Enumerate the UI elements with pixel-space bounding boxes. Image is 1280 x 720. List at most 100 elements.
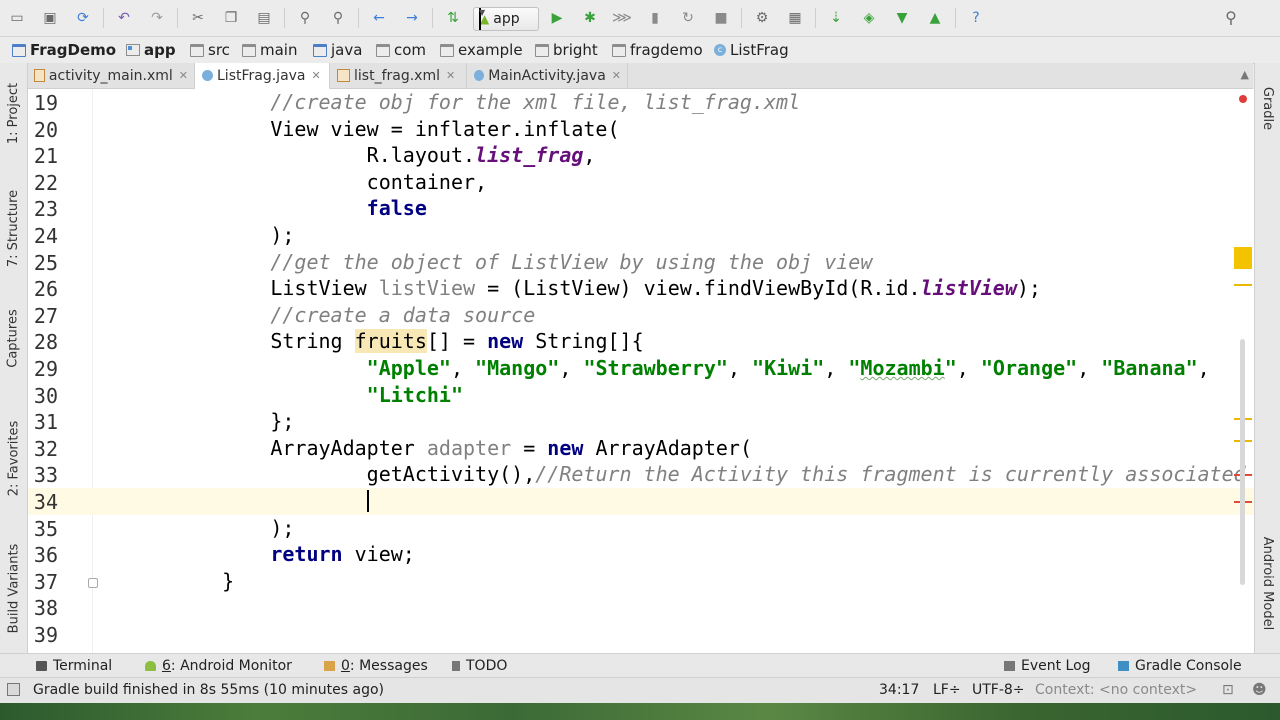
code-line[interactable]: 31 }; bbox=[28, 408, 1254, 435]
code-line[interactable]: 25 //get the object of ListView by using… bbox=[28, 249, 1254, 276]
toolbar-separator bbox=[741, 8, 742, 28]
breadcrumb-item-java[interactable]: java bbox=[313, 40, 362, 60]
vertical-scrollbar[interactable] bbox=[1240, 339, 1245, 585]
code-line[interactable]: 28 String fruits[] = new String[]{ bbox=[28, 328, 1254, 355]
breadcrumb-item-src[interactable]: src bbox=[190, 40, 230, 60]
code-line[interactable]: 39 bbox=[28, 621, 1254, 648]
tool-build-variants[interactable]: Build Variants bbox=[0, 533, 27, 643]
context-selector[interactable]: Context: <no context> bbox=[1035, 682, 1197, 698]
status-message[interactable]: Gradle build finished in 8s 55ms (10 min… bbox=[33, 682, 384, 698]
breadcrumb-item-project[interactable]: FragDemo bbox=[12, 40, 116, 60]
lock-icon[interactable]: ⊡ bbox=[1222, 682, 1234, 698]
back-icon[interactable]: ← bbox=[370, 9, 388, 27]
code-line[interactable]: 37 } bbox=[28, 568, 1254, 595]
tool-structure[interactable]: 7: Structure bbox=[0, 173, 27, 283]
tool-windows-toggle-icon[interactable] bbox=[7, 683, 20, 696]
tab-list-expand-icon[interactable]: ▲ bbox=[1241, 68, 1249, 81]
tab-mainactivity-java[interactable]: MainActivity.java ✕ bbox=[467, 63, 628, 88]
run-configuration-dropdown[interactable]: ▲ app ▼ bbox=[473, 7, 539, 31]
code-line[interactable]: 20 View view = inflater.inflate( bbox=[28, 116, 1254, 143]
redo-icon[interactable]: ↷ bbox=[148, 9, 166, 27]
file-encoding[interactable]: UTF-8÷ bbox=[972, 682, 1025, 698]
code-line[interactable]: 26 ListView listView = (ListView) view.f… bbox=[28, 275, 1254, 302]
close-icon[interactable]: ✕ bbox=[612, 69, 621, 82]
android-icon[interactable]: ▲ bbox=[926, 9, 944, 27]
help-icon[interactable]: ? bbox=[967, 9, 985, 27]
tool-captures[interactable]: Captures bbox=[0, 298, 27, 378]
gradle-sync-icon[interactable]: ▼ bbox=[893, 9, 911, 27]
tool-todo[interactable]: TODO bbox=[452, 656, 507, 676]
code-line[interactable]: 32 ArrayAdapter adapter = new ArrayAdapt… bbox=[28, 435, 1254, 462]
breadcrumb-item-example[interactable]: example bbox=[440, 40, 523, 60]
avd-manager-icon[interactable]: ⇣ bbox=[827, 9, 845, 27]
breadcrumb-item-com[interactable]: com bbox=[376, 40, 426, 60]
error-indicator-icon[interactable] bbox=[1239, 95, 1247, 103]
find-icon[interactable]: ⚲ bbox=[296, 9, 314, 27]
sdk-manager-icon[interactable]: ▦ bbox=[786, 9, 804, 27]
device-monitor-icon[interactable]: ◈ bbox=[860, 9, 878, 27]
tool-favorites[interactable]: 2: Favorites bbox=[0, 403, 27, 513]
breadcrumb-item-main[interactable]: main bbox=[242, 40, 297, 60]
code-line[interactable]: 33 getActivity(),//Return the Activity t… bbox=[28, 461, 1254, 488]
breadcrumb-item-module[interactable]: app bbox=[126, 40, 176, 60]
editor-tab-bar: activity_main.xml ✕ ListFrag.java ✕ list_f… bbox=[27, 63, 1253, 90]
code-line[interactable]: 23 false bbox=[28, 195, 1254, 222]
close-icon[interactable]: ✕ bbox=[179, 69, 188, 82]
code-line[interactable]: 29 "Apple", "Mango", "Strawberry", "Kiwi… bbox=[28, 355, 1254, 382]
project-structure-icon[interactable]: ⚙ bbox=[753, 9, 771, 27]
tool-gradle-console[interactable]: Gradle Console bbox=[1118, 656, 1242, 676]
search-icon[interactable]: ⚲ bbox=[1222, 9, 1240, 27]
close-icon[interactable]: ✕ bbox=[312, 69, 321, 82]
code-line[interactable]: 22 container, bbox=[28, 169, 1254, 196]
debug-icon[interactable]: ✱ bbox=[581, 9, 599, 27]
tool-terminal[interactable]: Terminal bbox=[36, 656, 112, 676]
code-line[interactable]: 24 ); bbox=[28, 222, 1254, 249]
tab-activity-main-xml[interactable]: activity_main.xml ✕ bbox=[27, 63, 195, 88]
attach-icon[interactable]: ⋙ bbox=[612, 9, 632, 27]
tab-list-frag-xml[interactable]: list_frag.xml ✕ bbox=[330, 63, 467, 88]
code-line[interactable]: 38 bbox=[28, 594, 1254, 621]
line-number: 19 bbox=[33, 91, 58, 115]
tab-listfrag-java[interactable]: ListFrag.java ✕ bbox=[195, 63, 330, 90]
breadcrumb-item-bright[interactable]: bright bbox=[535, 40, 598, 60]
apply-changes-icon[interactable]: ↻ bbox=[679, 9, 697, 27]
make-icon[interactable]: ⇅ bbox=[444, 9, 462, 27]
tool-gradle[interactable]: Gradle bbox=[1255, 73, 1280, 143]
code-line[interactable]: 19 //create obj for the xml file, list_f… bbox=[28, 89, 1254, 116]
sync-icon[interactable]: ⟳ bbox=[74, 9, 92, 27]
run-icon[interactable]: ▶ bbox=[548, 9, 566, 27]
tool-project[interactable]: 1: Project bbox=[0, 68, 27, 158]
warning-marker[interactable] bbox=[1234, 284, 1252, 286]
code-line[interactable]: 21 R.layout.list_frag, bbox=[28, 142, 1254, 169]
breadcrumb-item-listfrag[interactable]: c ListFrag bbox=[714, 40, 789, 60]
warning-marker[interactable] bbox=[1234, 247, 1252, 269]
code-line[interactable]: 36 return view; bbox=[28, 541, 1254, 568]
cut-icon[interactable]: ✂ bbox=[189, 9, 207, 27]
tool-messages[interactable]: 0: Messages bbox=[324, 656, 428, 676]
hector-icon[interactable]: ☻ bbox=[1252, 682, 1267, 698]
folder-icon[interactable]: ▭ bbox=[8, 9, 26, 27]
profile-icon[interactable]: ▮ bbox=[646, 9, 664, 27]
code-editor[interactable]: 19 //create obj for the xml file, list_f… bbox=[28, 89, 1254, 653]
code-line[interactable]: 35 ); bbox=[28, 515, 1254, 542]
caret-position[interactable]: 34:17 bbox=[879, 682, 919, 698]
replace-icon[interactable]: ⚲ bbox=[329, 9, 347, 27]
stop-icon[interactable]: ■ bbox=[712, 9, 730, 27]
tool-android-monitor[interactable]: 6: Android Monitor bbox=[145, 656, 292, 676]
tool-android-model[interactable]: Android Model bbox=[1255, 528, 1280, 638]
save-icon[interactable]: ▣ bbox=[41, 9, 59, 27]
code-line[interactable]: 30 "Litchi" bbox=[28, 382, 1254, 409]
breadcrumb-item-fragdemo[interactable]: fragdemo bbox=[612, 40, 703, 60]
undo-icon[interactable]: ↶ bbox=[115, 9, 133, 27]
tool-event-log[interactable]: Event Log bbox=[1004, 656, 1091, 676]
line-separator[interactable]: LF÷ bbox=[933, 682, 961, 698]
close-icon[interactable]: ✕ bbox=[446, 69, 455, 82]
fold-marker-icon[interactable] bbox=[88, 578, 98, 588]
paste-icon[interactable]: ▤ bbox=[255, 9, 273, 27]
forward-icon[interactable]: → bbox=[403, 9, 421, 27]
code-token: String bbox=[270, 329, 355, 354]
code-line[interactable]: 27 //create a data source bbox=[28, 302, 1254, 329]
code-line[interactable]: 34 bbox=[28, 488, 1254, 515]
copy-icon[interactable]: ❐ bbox=[222, 9, 240, 27]
